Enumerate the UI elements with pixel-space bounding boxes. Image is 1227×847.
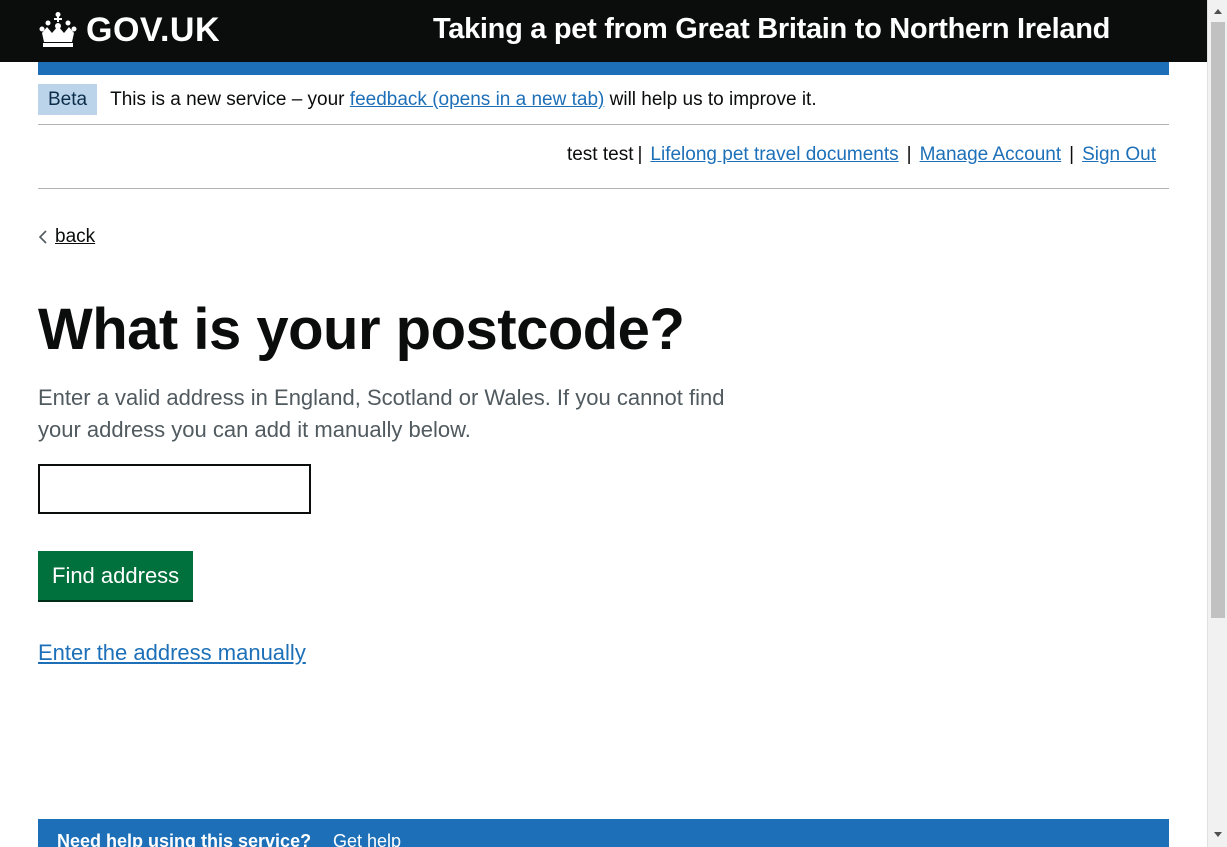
help-banner: Need help using this service? Get help bbox=[38, 819, 1169, 847]
scroll-up-arrow-icon[interactable] bbox=[1208, 2, 1227, 20]
govuk-logo[interactable]: GOV.UK bbox=[38, 8, 220, 52]
user-name: test test bbox=[566, 144, 634, 165]
find-address-button[interactable]: Find address bbox=[38, 551, 194, 600]
postcode-hint: Enter a valid address in England, Scotla… bbox=[38, 385, 725, 442]
back-link-label: back bbox=[55, 226, 96, 247]
manage-account-link[interactable]: Manage Account bbox=[920, 144, 1062, 166]
get-help-link[interactable]: Get help bbox=[333, 831, 401, 847]
lifelong-pet-travel-documents-link[interactable]: Lifelong pet travel documents bbox=[650, 144, 898, 166]
vertical-scrollbar[interactable] bbox=[1207, 0, 1227, 847]
account-links: test test | Lifelong pet travel documents… bbox=[567, 144, 1156, 166]
postcode-input[interactable] bbox=[38, 464, 311, 514]
phase-text-before: This is a new service – your bbox=[110, 89, 350, 110]
logo-text: GOV.UK bbox=[86, 11, 221, 49]
separator: | bbox=[1069, 144, 1075, 165]
sign-out-link[interactable]: Sign Out bbox=[1082, 144, 1156, 166]
help-title: Need help using this service? bbox=[57, 831, 312, 847]
chevron-left-icon bbox=[38, 230, 47, 244]
scrollbar-thumb[interactable] bbox=[1211, 22, 1225, 618]
account-navigation: test test | Lifelong pet travel documents… bbox=[38, 125, 1169, 189]
enter-address-manually-link[interactable]: Enter the address manually bbox=[38, 640, 306, 666]
back-link[interactable]: back bbox=[38, 226, 95, 248]
beta-tag: Beta bbox=[38, 84, 98, 115]
header-blue-bar bbox=[38, 62, 1169, 75]
crown-icon bbox=[39, 12, 77, 47]
page-title: What is your postcode? bbox=[38, 297, 685, 362]
scroll-down-arrow-icon[interactable] bbox=[1208, 826, 1227, 844]
phase-banner: Beta This is a new service – your feedba… bbox=[38, 84, 1169, 125]
phase-text-after: will help us to improve it. bbox=[604, 89, 817, 110]
feedback-link[interactable]: feedback (opens in a new tab) bbox=[350, 89, 605, 110]
service-name[interactable]: Taking a pet from Great Britain to North… bbox=[433, 13, 1110, 46]
phase-banner-text: This is a new service – your feedback (o… bbox=[110, 84, 817, 115]
separator: | bbox=[906, 144, 912, 165]
separator: | bbox=[637, 144, 643, 165]
govuk-header: GOV.UK Taking a pet from Great Britain t… bbox=[0, 0, 1207, 62]
